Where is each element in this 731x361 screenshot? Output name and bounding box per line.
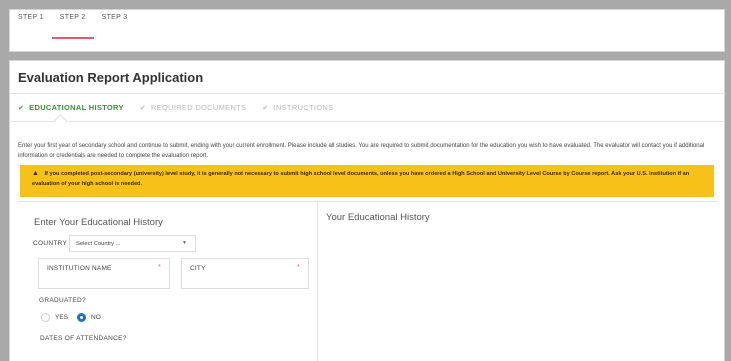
- tab-label: EDUCATIONAL HISTORY: [29, 103, 124, 112]
- radio-label: NO: [91, 314, 101, 321]
- graduated-label: GRADUATED?: [39, 297, 86, 304]
- required-asterisk: *: [297, 264, 300, 271]
- tab-label: INSTRUCTIONS: [273, 103, 334, 112]
- country-label: COUNTRY: [33, 240, 68, 247]
- tab-label: REQUIRED DOCUMENTS: [150, 103, 247, 112]
- city-field[interactable]: CITY *: [181, 258, 309, 289]
- tab-instructions[interactable]: ✔ INSTRUCTIONS: [262, 103, 333, 112]
- tab-educational-history[interactable]: ✔ EDUCATIONAL HISTORY: [18, 103, 124, 112]
- institution-name-field[interactable]: INSTITUTION NAME *: [38, 258, 170, 289]
- divider: [9, 121, 725, 122]
- check-icon: ✔: [18, 104, 25, 112]
- section-tabs: ✔ EDUCATIONAL HISTORY ✔ REQUIRED DOCUMEN…: [18, 103, 349, 112]
- tab-step-1[interactable]: STEP 1: [18, 14, 44, 31]
- warning-text: If you completed post-secondary (univers…: [32, 171, 690, 187]
- tab-step-2[interactable]: STEP 2: [51, 14, 94, 39]
- form-panel-title: Enter Your Educational History: [34, 217, 163, 228]
- radio-selected-icon: [77, 313, 87, 322]
- intro-text: Enter your first year of secondary schoo…: [18, 143, 705, 159]
- chevron-down-icon: ▼: [182, 240, 187, 246]
- history-panel-title: Your Educational History: [326, 212, 430, 223]
- graduated-yes-radio[interactable]: YES: [41, 313, 68, 322]
- required-asterisk: *: [158, 264, 161, 271]
- graduated-no-radio[interactable]: NO: [77, 313, 101, 322]
- warning-icon: ▲: [32, 170, 39, 177]
- warning-banner: ▲ If you completed post-secondary (unive…: [20, 165, 714, 197]
- tab-step-3[interactable]: STEP 3: [102, 14, 128, 31]
- radio-circle-icon: [41, 313, 50, 322]
- divider: [9, 93, 725, 94]
- step-tabs: STEP 1 STEP 2 STEP 3: [18, 14, 143, 39]
- check-icon: ✔: [139, 104, 146, 112]
- tab-required-documents[interactable]: ✔ REQUIRED DOCUMENTS: [140, 103, 247, 112]
- dates-of-attendance-label: DATES OF ATTENDANCE?: [40, 335, 127, 342]
- institution-name-label: INSTITUTION NAME: [47, 265, 112, 272]
- graduated-radio-group: YES NO: [41, 313, 110, 322]
- country-select[interactable]: Select Country ... ▼: [69, 235, 196, 252]
- check-icon: ✔: [262, 104, 269, 112]
- education-history-panel: [318, 201, 718, 361]
- country-select-value: Select Country ...: [76, 241, 121, 247]
- radio-label: YES: [55, 314, 69, 321]
- page-title: Evaluation Report Application: [18, 70, 204, 85]
- city-label: CITY: [190, 265, 206, 272]
